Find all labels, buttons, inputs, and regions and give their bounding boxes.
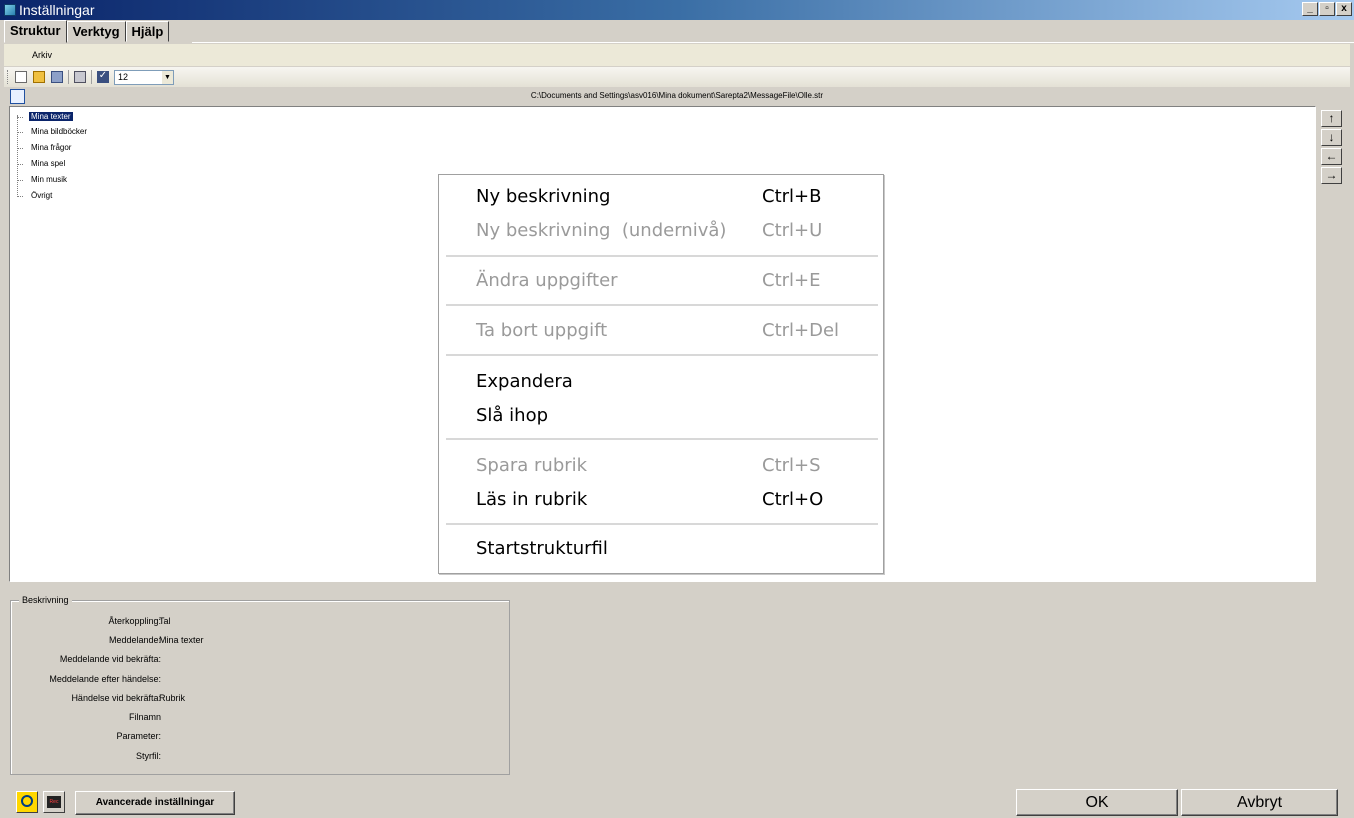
path-row: C:\Documents and Settings\asv016\Mina do…	[0, 88, 1354, 105]
menu-separator	[446, 438, 878, 440]
move-up-button[interactable]: ↑	[1321, 110, 1342, 127]
tab-strip: Struktur Verktyg Hjälp	[4, 20, 170, 43]
title-bar[interactable]: Inställningar _ ▫ x	[0, 0, 1354, 20]
font-size-value: 12	[118, 71, 129, 82]
menu-item-startstrukturfil[interactable]: Startstrukturfil	[476, 537, 608, 561]
app-icon	[4, 4, 16, 16]
menu-arkiv[interactable]: Arkiv	[32, 50, 52, 60]
description-row: Styrfil:	[135, 751, 161, 761]
menu-item-sla-ihop[interactable]: Slå ihop	[476, 404, 548, 428]
description-row: Återkoppling: Tal	[108, 616, 171, 626]
description-row: Meddelande efter händelse:	[49, 674, 161, 684]
tree-item[interactable]: Mina frågor	[17, 141, 73, 155]
menu-item-ny-beskrivning-undernivå[interactable]: Ny beskrivning (undernivå) Ctrl+U	[476, 219, 822, 243]
close-button[interactable]: x	[1336, 2, 1352, 16]
tab-hjalp[interactable]: Hjälp	[125, 21, 170, 42]
tree-item[interactable]: Mina texter	[17, 110, 73, 124]
move-buttons: ↑ ↓ ← →	[1321, 110, 1342, 186]
restore-button[interactable]: ▫	[1319, 2, 1335, 16]
file-path: C:\Documents and Settings\asv016\Mina do…	[530, 91, 824, 100]
chevron-down-icon[interactable]: ▼	[162, 70, 173, 84]
print-icon[interactable]	[74, 71, 86, 83]
description-row: Meddelande: Mina texter	[108, 635, 204, 645]
description-row: Parameter:	[116, 731, 161, 741]
tree-item[interactable]: Mina spel	[17, 157, 67, 171]
cancel-button[interactable]: Avbryt	[1181, 789, 1338, 816]
menu-item-ta-bort-uppgift[interactable]: Ta bort uppgift Ctrl+Del	[476, 319, 839, 343]
move-left-button[interactable]: ←	[1321, 148, 1342, 165]
toolbar-separator	[91, 70, 92, 84]
advanced-settings-button[interactable]: Avancerade inställningar	[75, 791, 235, 815]
minimize-button[interactable]: _	[1302, 2, 1318, 16]
menu-separator	[446, 255, 878, 257]
save-icon[interactable]	[51, 71, 63, 83]
menu-item-expandera[interactable]: Expandera	[476, 370, 573, 394]
toolbar-grip[interactable]	[7, 70, 10, 84]
tab-verktyg[interactable]: Verktyg	[66, 21, 126, 42]
toolbar-separator	[68, 70, 69, 84]
open-folder-icon[interactable]	[33, 71, 45, 83]
description-row: Filnamn	[128, 712, 161, 722]
new-file-icon[interactable]	[15, 71, 27, 83]
checkbox-icon[interactable]: ✓	[97, 71, 109, 83]
context-menu: Ny beskrivning Ctrl+B Ny beskrivning (und…	[438, 174, 884, 574]
tree-item[interactable]: Min musik	[17, 173, 69, 187]
description-legend: Beskrivning	[19, 595, 72, 605]
description-row: Händelse vid bekräfta: Rubrik	[71, 693, 186, 703]
search-icon[interactable]	[16, 791, 38, 813]
record-icon[interactable]: Rec	[43, 791, 65, 813]
menu-separator	[446, 523, 878, 525]
toolbar: ✓ 12 ▼	[4, 67, 1350, 87]
menu-item-andra-uppgifter[interactable]: Ändra uppgifter Ctrl+E	[476, 269, 820, 293]
menu-separator	[446, 304, 878, 306]
description-group: Beskrivning Återkoppling: Tal Meddelande:…	[10, 595, 510, 775]
description-row: Meddelande vid bekräfta:	[59, 654, 161, 664]
menu-separator	[446, 354, 878, 356]
font-size-combo[interactable]: 12 ▼	[114, 69, 174, 85]
tab-struktur[interactable]: Struktur	[4, 20, 67, 43]
window-title: Inställningar	[19, 2, 95, 18]
menu-item-ny-beskrivning[interactable]: Ny beskrivning Ctrl+B	[476, 185, 821, 209]
move-down-button[interactable]: ↓	[1321, 129, 1342, 146]
move-right-button[interactable]: →	[1321, 167, 1342, 184]
menu-item-spara-rubrik[interactable]: Spara rubrik Ctrl+S	[476, 454, 821, 478]
record-label: Rec	[47, 796, 61, 808]
tab-divider	[192, 42, 1354, 43]
menu-bar: Arkiv	[4, 44, 1350, 66]
menu-item-las-in-rubrik[interactable]: Läs in rubrik Ctrl+O	[476, 488, 823, 512]
ok-button[interactable]: OK	[1016, 789, 1178, 816]
tree-item[interactable]: Övrigt	[17, 189, 54, 203]
tree-item[interactable]: Mina bildböcker	[17, 125, 89, 139]
window-controls: _ ▫ x	[1302, 2, 1352, 16]
